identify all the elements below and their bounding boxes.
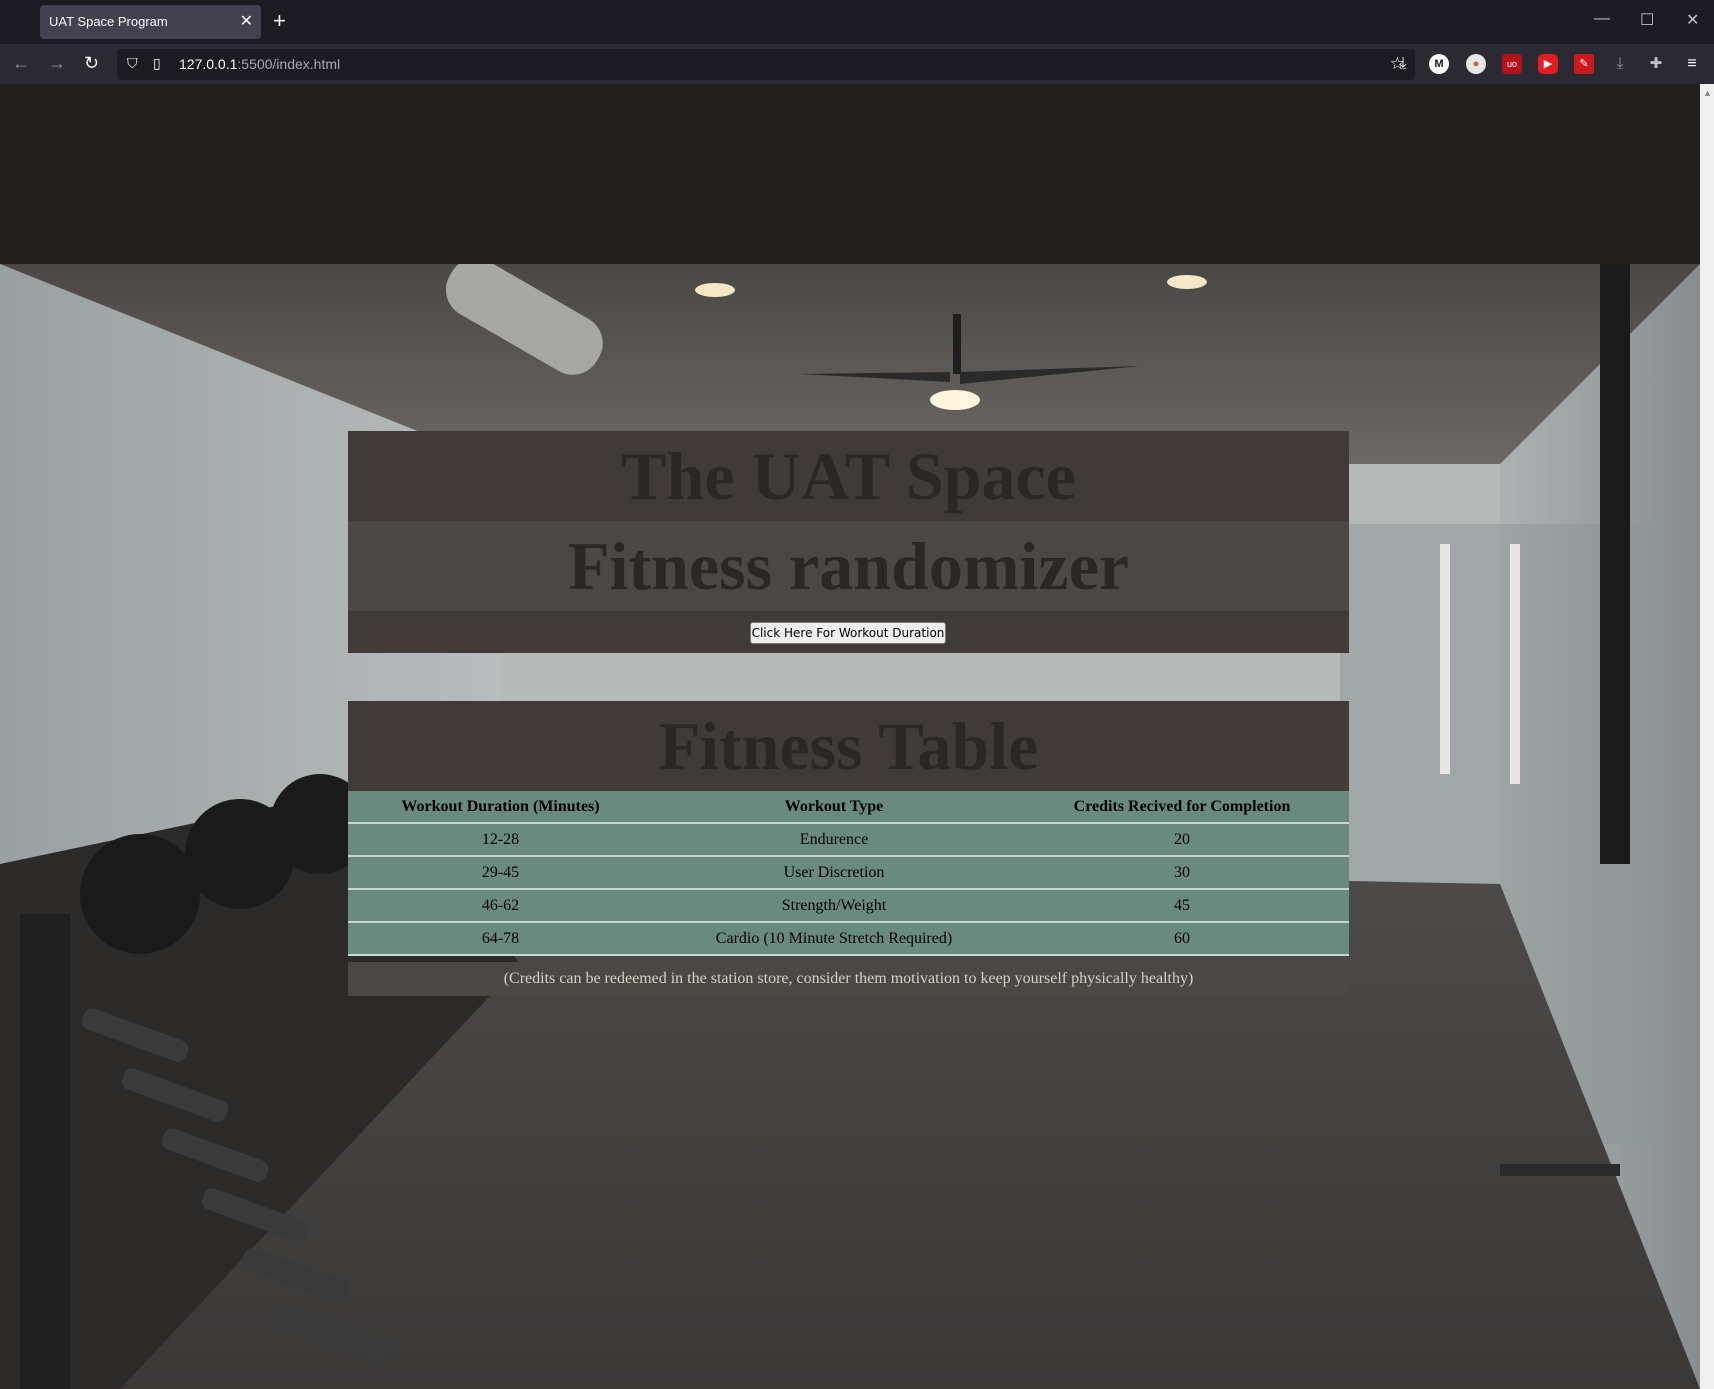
browser-tab-bar: UAT Space Program ✕ + — ☐ ✕ (0, 0, 1714, 44)
cell-duration: 12-28 (348, 823, 653, 857)
fitness-table-title: Fitness Table (658, 708, 1039, 784)
page-scrollbar[interactable]: ▲ (1700, 84, 1714, 1389)
header-workout-type: Workout Type (653, 791, 1015, 824)
extensions-puzzle-icon[interactable]: ✚ (1646, 54, 1666, 74)
downloads-icon[interactable]: ⤓ (1393, 54, 1413, 74)
menu-hamburger-icon[interactable]: ≡ (1682, 54, 1702, 74)
extension-m-icon[interactable]: M (1429, 54, 1449, 74)
new-tab-icon[interactable]: + (273, 8, 286, 34)
cell-duration: 64-78 (348, 922, 653, 956)
reload-icon[interactable]: ↻ (84, 53, 99, 74)
page-viewport: The UAT Space Fitness randomizer Click H… (0, 84, 1700, 1389)
cell-type: Endurence (653, 823, 1015, 857)
table-row: 64-78 Cardio (10 Minute Stretch Required… (348, 922, 1349, 956)
table-row: 12-28 Endurence 20 (348, 823, 1349, 857)
tab-close-icon[interactable]: ✕ (240, 11, 253, 31)
browser-nav-bar: ← → ↻ ⛉ ▯ 127.0.0.1:5500/index.html ☆ ⤓ … (0, 44, 1714, 84)
page-title: The UAT Space (621, 438, 1076, 514)
url-text[interactable]: 127.0.0.1:5500/index.html (179, 56, 340, 72)
cell-type: User Discretion (653, 856, 1015, 890)
url-host: 127.0.0.1 (179, 56, 238, 72)
page-subtitle: Fitness randomizer (568, 528, 1129, 604)
cell-duration: 29-45 (348, 856, 653, 890)
close-window-icon[interactable]: ✕ (1686, 10, 1699, 30)
cell-credits: 30 (1015, 856, 1349, 890)
url-bar[interactable]: ⛉ ▯ 127.0.0.1:5500/index.html ☆ (117, 49, 1415, 80)
page-header-area (0, 84, 1700, 264)
header-workout-duration: Workout Duration (Minutes) (348, 791, 653, 824)
pen-extension-icon[interactable]: ✎ (1574, 54, 1594, 74)
tab-title: UAT Space Program (49, 14, 168, 29)
ublock-icon[interactable]: uo (1502, 54, 1522, 74)
table-header-row: Workout Duration (Minutes) Workout Type … (348, 791, 1349, 824)
minimize-icon[interactable]: — (1594, 10, 1610, 28)
extension-mouse-icon[interactable]: ● (1466, 54, 1486, 74)
fitness-table: Workout Duration (Minutes) Workout Type … (348, 791, 1349, 956)
cell-duration: 46-62 (348, 889, 653, 923)
shield-icon[interactable]: ⛉ (127, 55, 138, 72)
hero-button-block: Click Here For Workout Duration (348, 611, 1349, 653)
youtube-extension-icon[interactable]: ▶ (1538, 54, 1558, 74)
table-row: 46-62 Strength/Weight 45 (348, 889, 1349, 923)
table-row: 29-45 User Discretion 30 (348, 856, 1349, 890)
cell-type: Strength/Weight (653, 889, 1015, 923)
cell-credits: 60 (1015, 922, 1349, 956)
url-path: :5500/index.html (237, 56, 341, 72)
table-footnote: (Credits can be redeemed in the station … (348, 962, 1349, 996)
page-icon: ▯ (153, 55, 161, 71)
cell-credits: 20 (1015, 823, 1349, 857)
header-credits: Credits Recived for Completion (1015, 791, 1349, 824)
hero-subtitle-block: Fitness randomizer (348, 521, 1349, 611)
back-icon[interactable]: ← (12, 53, 30, 74)
workout-duration-button[interactable]: Click Here For Workout Duration (750, 622, 946, 644)
fitness-table-title-block: Fitness Table (348, 701, 1349, 791)
scroll-up-arrow-icon[interactable]: ▲ (1703, 88, 1712, 98)
cell-credits: 45 (1015, 889, 1349, 923)
download-arrow-icon[interactable]: ⤓ (1610, 54, 1630, 74)
hero-title-block: The UAT Space (348, 431, 1349, 521)
browser-tab[interactable]: UAT Space Program ✕ (40, 5, 261, 39)
cell-type: Cardio (10 Minute Stretch Required) (653, 922, 1015, 956)
forward-icon[interactable]: → (48, 53, 66, 74)
maximize-icon[interactable]: ☐ (1640, 10, 1654, 30)
